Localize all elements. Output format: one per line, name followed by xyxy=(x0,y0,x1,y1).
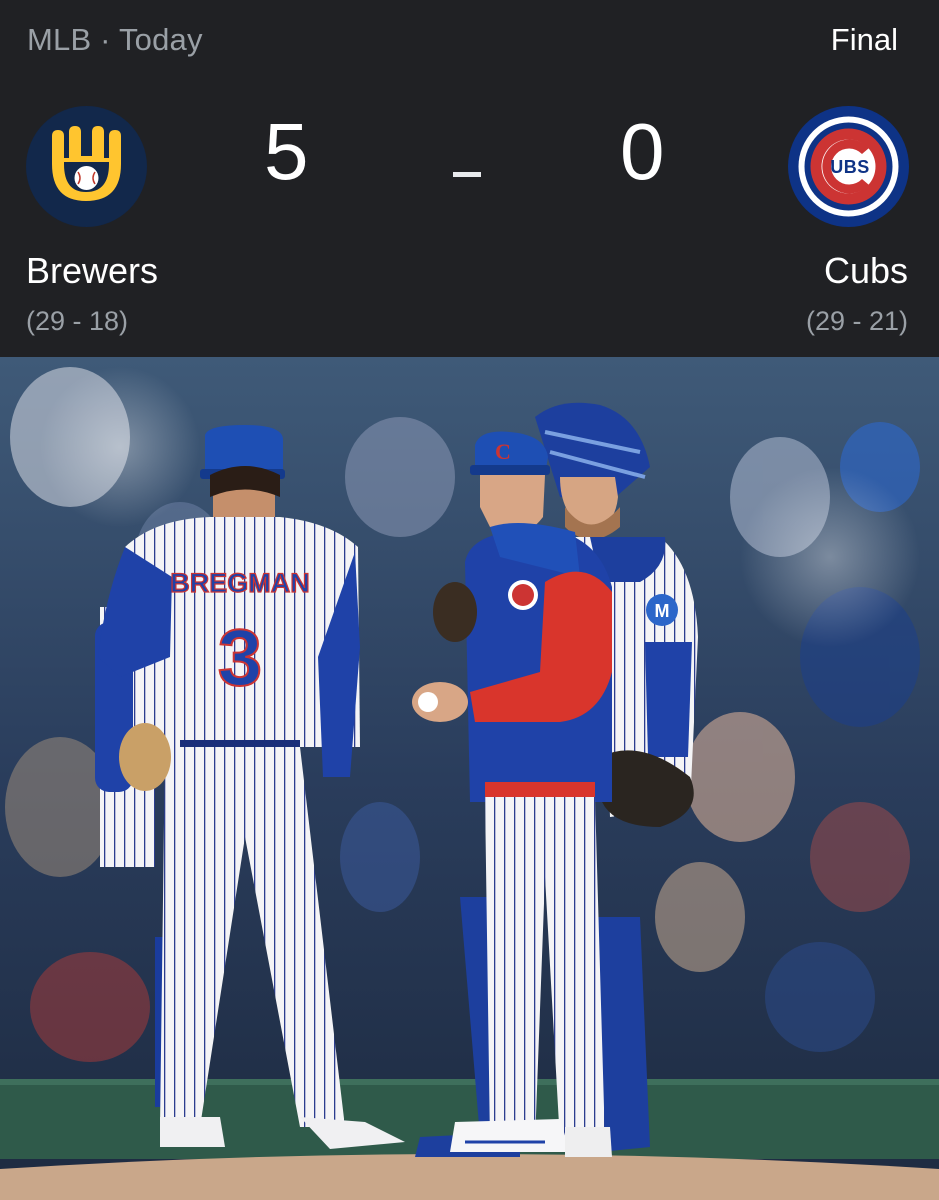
game-score-card[interactable]: MLB · Today Final 5 0 UBS Brewers Cubs (… xyxy=(0,0,939,1200)
game-status: Final xyxy=(830,22,898,57)
cap-letter: C xyxy=(495,439,511,464)
away-score: 0 xyxy=(620,107,665,196)
jersey-number: 3 xyxy=(218,613,263,702)
game-date: Today xyxy=(118,22,203,57)
score-dash xyxy=(453,172,481,177)
game-photo[interactable]: BREGMAN 3 M C xyxy=(0,357,939,1200)
cubs-logo-icon[interactable]: UBS xyxy=(788,106,909,227)
league-date-line: MLB · Today xyxy=(27,22,203,58)
sleeve-patch: M xyxy=(655,601,670,621)
scoreboard-header: MLB · Today Final 5 0 UBS Brewers Cubs (… xyxy=(0,0,939,357)
glove-left xyxy=(433,582,477,642)
league-label: MLB xyxy=(27,22,92,57)
away-team-record: (29 - 21) xyxy=(805,306,908,336)
separator-dot: · xyxy=(100,22,111,57)
svg-text:UBS: UBS xyxy=(830,157,870,177)
home-team-name[interactable]: Brewers xyxy=(26,250,158,292)
brewers-logo-icon[interactable] xyxy=(26,106,147,227)
away-team-name[interactable]: Cubs xyxy=(824,250,908,292)
jersey-name: BREGMAN xyxy=(170,568,310,598)
home-score: 5 xyxy=(264,107,309,196)
home-team-record: (29 - 18) xyxy=(26,306,129,336)
